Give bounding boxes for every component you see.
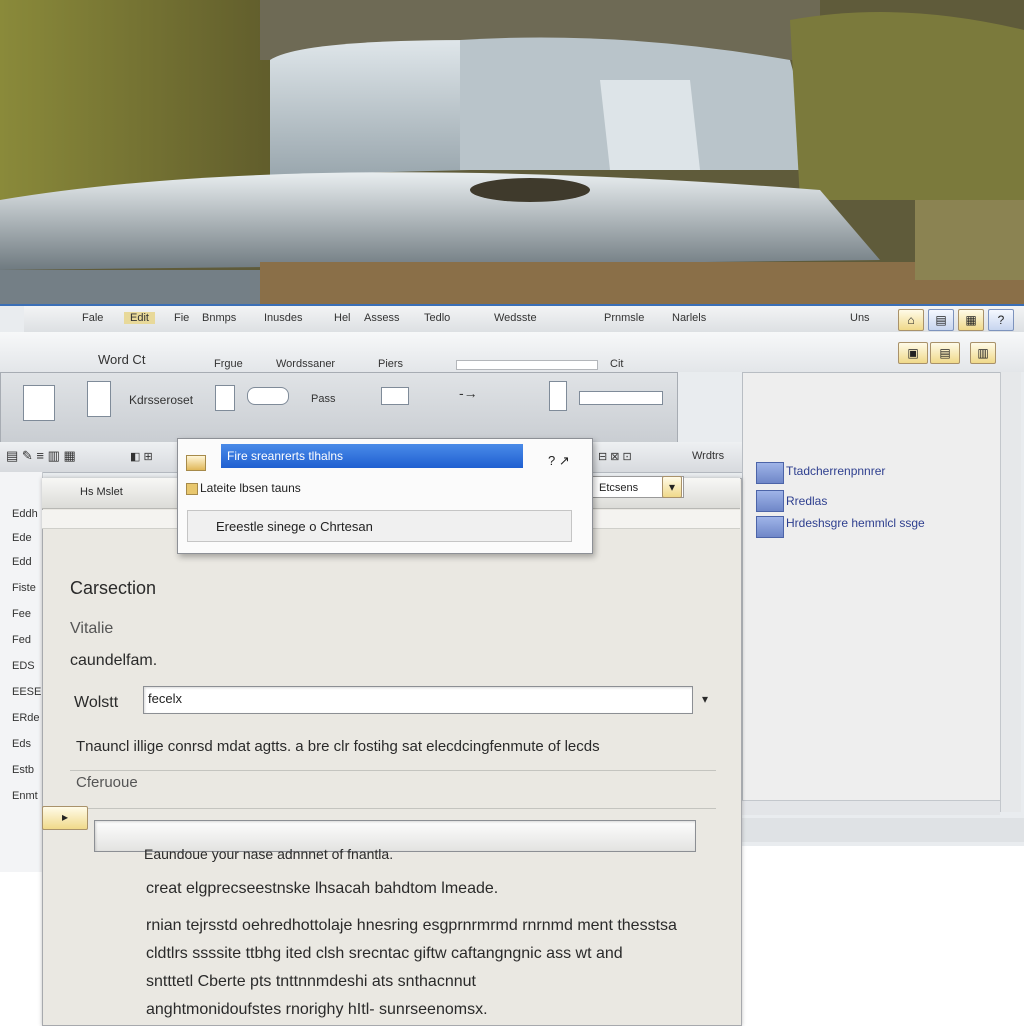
field-label: Cit [610, 358, 624, 370]
menu-insert[interactable]: Inusdes [264, 312, 303, 324]
tab-wordscanner[interactable]: Wordssaner [276, 358, 335, 370]
link-icon[interactable] [247, 387, 289, 405]
input-label: Wolstt [74, 694, 119, 711]
sidebar-item[interactable]: Estb [12, 764, 34, 776]
paragraph-line: sntttetl Cberte pts tnttnnmdeshi ats snt… [146, 973, 476, 990]
sidebar-item[interactable]: EDS [12, 660, 35, 672]
list-icon [186, 483, 198, 495]
dialog-title-label: Hs Mslet [80, 486, 123, 498]
collapse-icon[interactable]: ▸ [42, 806, 88, 830]
menu-preview[interactable]: Prnmsle [604, 312, 644, 324]
sidebar-item[interactable]: Enmt [12, 790, 38, 802]
paragraph-line: rnian tejrsstd oehredhottolaje hnesring … [146, 917, 677, 934]
sidebar-item[interactable]: Fed [12, 634, 31, 646]
pane-link-2[interactable]: Rredlas [786, 494, 827, 508]
folder-icon[interactable]: ▦ [958, 309, 984, 331]
sidebar-item[interactable]: EESE [12, 686, 41, 698]
app-title: Word Ct [98, 352, 146, 367]
dropdown-selected-item[interactable]: Fire sreanrerts tlhalns [221, 444, 523, 468]
help-icon[interactable]: ? [988, 309, 1014, 331]
table-icon[interactable] [23, 385, 55, 421]
menu-access[interactable]: Assess [364, 312, 399, 324]
frame-icon[interactable] [381, 387, 409, 405]
horizontal-scrollbar[interactable] [742, 800, 1000, 815]
dropdown-item[interactable]: Lateite lbsen tauns [200, 481, 301, 495]
sidebar-item[interactable]: Ede [12, 532, 32, 544]
format-icons[interactable]: ▤ ✎ ≡ ▥ ▦ [6, 448, 76, 464]
divider [70, 808, 716, 809]
home-icon[interactable]: ⌂ [898, 309, 924, 331]
title-search-field[interactable] [456, 360, 598, 370]
sidebar-list: Eddh Ede Edd Fiste Fee Fed EDS EESE ERde… [0, 472, 43, 872]
menu-edit[interactable]: Edit [124, 312, 155, 324]
paragraph-2: rnian tejrsstd oehredhottolaje hnesring … [146, 912, 677, 1024]
pane-link-icon-3 [756, 516, 784, 538]
menu-tools[interactable]: Tedlo [424, 312, 450, 324]
arrow-right-icon[interactable]: -→ [459, 385, 478, 401]
toolbar-right-label: Wrdtrs [692, 450, 725, 462]
print-icon[interactable]: ▤ [930, 342, 960, 364]
task-pane [742, 372, 1002, 804]
sidebar-item[interactable]: Fiste [12, 582, 36, 594]
section-label: Cferuoue [76, 774, 138, 791]
dropdown-arrow-icon[interactable]: ▾ [662, 476, 682, 498]
dialog-subtitle: caundelfam. [70, 652, 158, 669]
paragraph-1: creat elgprecseestnske lhsacah bahdtom l… [146, 880, 499, 897]
pane-link-3[interactable]: Hrdeshsgre hemmlcl ssge [786, 516, 925, 530]
menu-user[interactable]: Uns [850, 312, 870, 324]
dialog-subheading: Vitalie [70, 620, 114, 637]
pane-link-icon-1 [756, 462, 784, 484]
paste-icon[interactable] [215, 385, 235, 411]
question-icon[interactable]: ? ↗ [548, 453, 570, 469]
export-icon[interactable]: ▥ [970, 342, 996, 364]
page-layout-icon[interactable] [87, 381, 111, 417]
indent-icons[interactable]: ⊟ ⊠ ⊡ [598, 450, 632, 463]
menu-file[interactable]: Fale [82, 312, 103, 324]
ribbon-label-pass[interactable]: Pass [311, 393, 335, 405]
title-row: Word Ct Frgue Wordssaner Piers Cit ▣ ▤ ▥ [0, 332, 1024, 372]
menu-view[interactable]: Fie [174, 312, 189, 324]
paragraph-line: anghtmonidoufstes rnorighy hItl- sunrsee… [146, 1001, 488, 1018]
ribbon: Kdrsseroset Pass -→ [0, 372, 678, 444]
document-icon[interactable]: ▤ [928, 309, 954, 331]
dialog-heading: Carsection [70, 578, 157, 598]
folder-icon [186, 455, 206, 471]
menu-panels[interactable]: Narlels [672, 312, 706, 324]
ribbon-label-selection[interactable]: Kdrsseroset [129, 393, 193, 407]
style-icon[interactable]: ◧ ⊞ [130, 450, 153, 463]
dialog-combo-value: Etcsens [599, 482, 639, 494]
caption-text: Eaundoue your nase adnnnet of fnantla. [144, 846, 394, 862]
sidebar-item[interactable]: Edd [12, 556, 32, 568]
pane-link-1[interactable]: Ttadcherrenpnnrer [786, 464, 885, 478]
zoom-slider[interactable] [579, 391, 663, 405]
pane-link-icon-2 [756, 490, 784, 512]
sidebar-item[interactable]: Fee [12, 608, 31, 620]
sidebar-item[interactable]: ERde [12, 712, 40, 724]
input-dropdown-icon[interactable]: ▾ [702, 692, 708, 706]
paragraph-line: cldtlrs ssssite ttbhg ited clsh srecntac… [146, 945, 623, 962]
waterfall-background-image [0, 0, 1024, 306]
vertical-scrollbar[interactable] [1000, 372, 1021, 812]
dropdown-field[interactable]: Ereestle sinege o Chrtesan [187, 510, 572, 542]
tab-pieces[interactable]: Piers [378, 358, 403, 370]
menu-format[interactable]: Bnmps [202, 312, 236, 324]
ruler-icon[interactable] [549, 381, 567, 411]
menu-help[interactable]: Hel [334, 312, 351, 324]
name-input-value: fecelx [148, 691, 182, 706]
menu-bar: Fale Edit Fie Bnmps Inusdes Hel Assess T… [24, 306, 1024, 333]
sidebar-item[interactable]: Eddh [12, 508, 38, 520]
menu-website[interactable]: Wedsste [494, 312, 537, 324]
tab-figure[interactable]: Frgue [214, 358, 243, 370]
name-input[interactable]: fecelx [143, 686, 693, 714]
sidebar-item[interactable]: Eds [12, 738, 31, 750]
dialog-description: Tnauncl illige conrsd mdat agtts. a bre … [76, 738, 600, 755]
layout-icon[interactable]: ▣ [898, 342, 928, 364]
status-bar [742, 818, 1024, 842]
divider [70, 770, 716, 771]
